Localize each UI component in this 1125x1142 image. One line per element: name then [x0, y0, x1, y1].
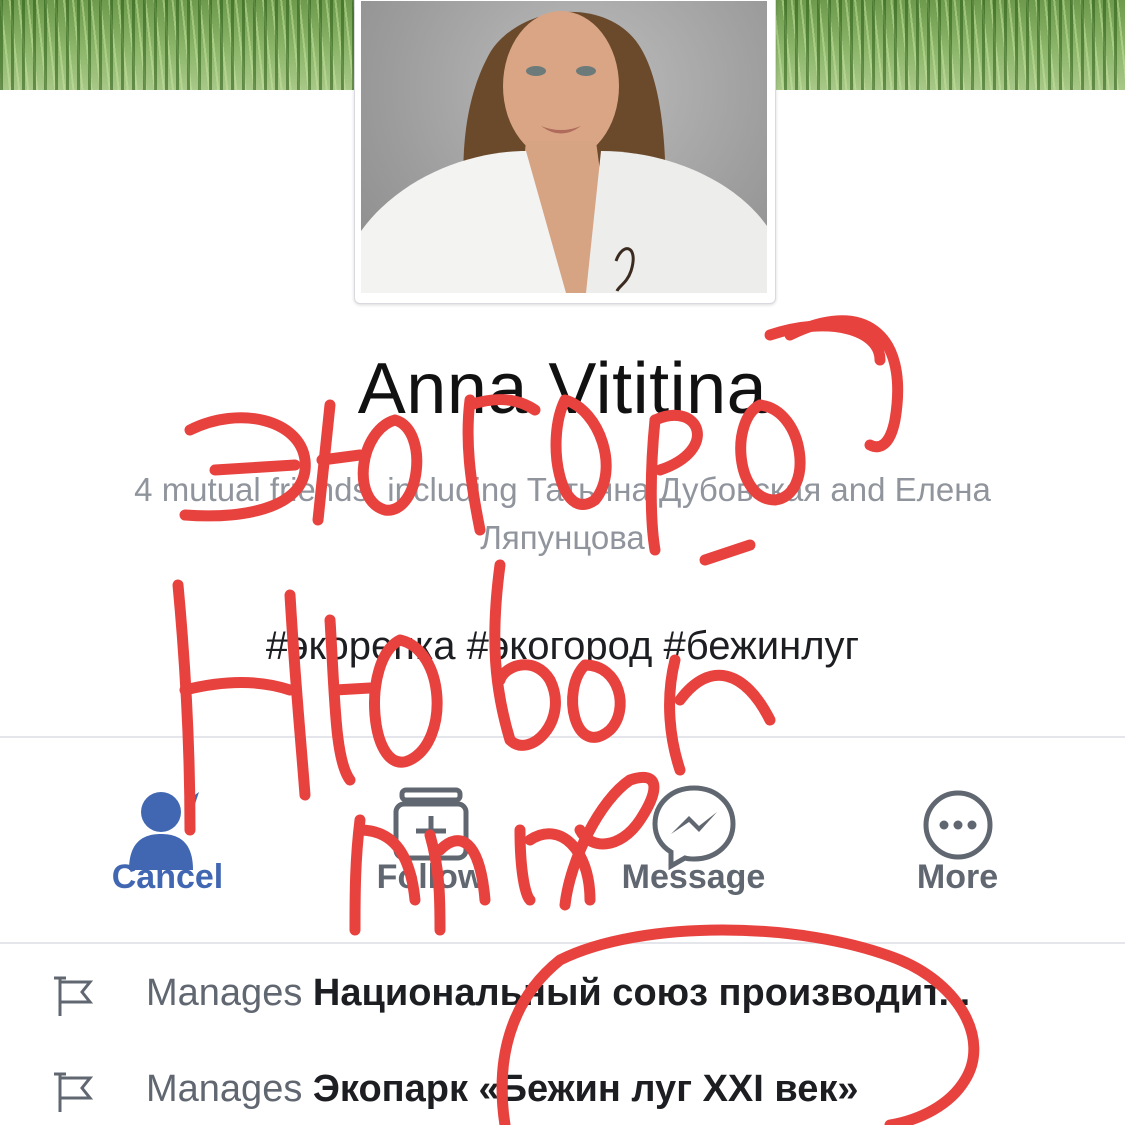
profile-photo-image	[361, 11, 767, 293]
cover-photo-right[interactable]	[773, 0, 1125, 90]
flag-icon	[54, 976, 94, 1016]
manages-row[interactable]: Manages Экопарк «Бежин луг XXI век»	[0, 1046, 1125, 1142]
person-icon	[128, 792, 199, 870]
mutual-friends-joiner: and	[821, 471, 895, 508]
flag-icon	[54, 1072, 94, 1112]
more-label: More	[916, 858, 999, 896]
follow-button[interactable]: Follow	[299, 738, 562, 942]
managed-page-link[interactable]: Национальный союз производит...	[313, 972, 970, 1014]
profile-name: Anna Vititina	[357, 349, 768, 429]
profile-photo-frame[interactable]	[354, 0, 776, 304]
manages-prefix: Manages	[146, 1068, 313, 1110]
cancel-label: Cancel	[111, 858, 224, 896]
more-icon	[923, 790, 992, 860]
manages-row[interactable]: Manages Национальный союз производит...	[0, 950, 1125, 1046]
divider-bottom	[0, 942, 1125, 944]
message-label: Message	[621, 858, 766, 896]
mutual-friends[interactable]: 4 mutual friends, including Татьяна Дубо…	[60, 466, 1065, 562]
managed-page-link[interactable]: Экопарк «Бежин луг XXI век»	[313, 1068, 859, 1110]
follow-icon	[393, 787, 468, 861]
more-button[interactable]: More	[826, 738, 1089, 942]
message-button[interactable]: Message	[562, 738, 825, 942]
profile-photo	[361, 1, 767, 293]
manages-text: Manages Экопарк «Бежин луг XXI век»	[146, 1068, 1065, 1111]
cover-photo-left[interactable]	[0, 0, 355, 90]
cancel-button[interactable]: Cancel	[36, 738, 299, 942]
manages-prefix: Manages	[146, 972, 313, 1014]
manages-text: Manages Национальный союз производит...	[146, 972, 1065, 1015]
profile-actions: Cancel Follow Message More	[0, 738, 1125, 942]
profile-bio-hashtags: #экорепка #экогород #бежинлуг	[265, 624, 860, 668]
mutual-friends-prefix: 4 mutual friends, including	[134, 471, 527, 508]
messenger-icon	[651, 785, 736, 870]
mutual-friend-1[interactable]: Татьяна Дубовская	[527, 471, 821, 508]
follow-label: Follow	[376, 858, 485, 896]
